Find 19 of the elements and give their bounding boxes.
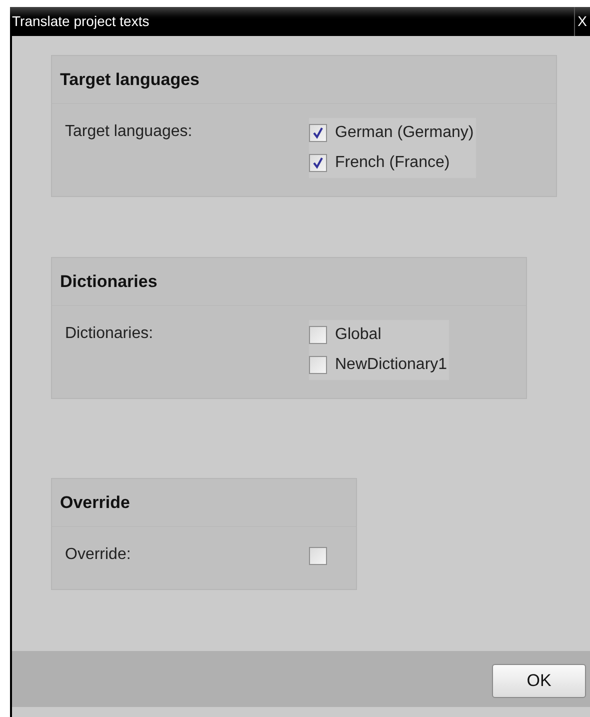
checkbox[interactable] [309, 124, 327, 142]
checkmark-icon [312, 127, 324, 139]
ok-button[interactable]: OK [492, 664, 586, 698]
group-title: Target languages [60, 68, 200, 91]
window-title: Translate project texts [11, 12, 150, 31]
field-label: Override: [65, 545, 132, 565]
checkbox[interactable] [309, 356, 327, 374]
checkbox-option[interactable]: Global [309, 320, 448, 350]
checkbox[interactable] [309, 547, 327, 565]
checkmark-icon [312, 157, 324, 169]
checkbox-option[interactable]: NewDictionary1 [309, 350, 448, 380]
checkbox[interactable] [309, 326, 327, 344]
field-label: Target languages: [65, 122, 194, 142]
checkbox-option[interactable]: French (France) [309, 148, 474, 178]
group-title: Override [60, 492, 130, 514]
checkbox[interactable] [309, 154, 327, 172]
group-title: Dictionaries [60, 270, 158, 293]
checkbox-option[interactable]: German (Germany) [309, 118, 474, 148]
field-label: Dictionaries: [65, 324, 154, 344]
